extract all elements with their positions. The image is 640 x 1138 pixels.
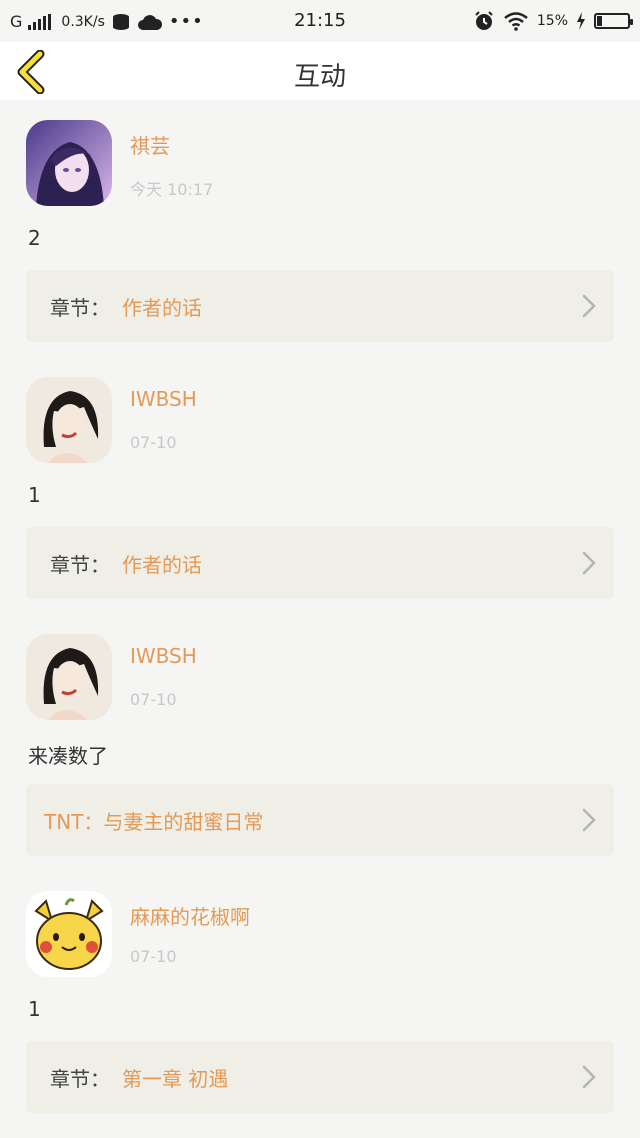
status-bar: G 0.3K/s ••• 21:15 15%: [0, 0, 640, 42]
avatar[interactable]: [26, 634, 112, 720]
username[interactable]: 祺芸: [130, 130, 170, 159]
avatar[interactable]: [26, 891, 112, 977]
chevron-right-icon: [582, 294, 596, 318]
chevron-right-icon: [582, 808, 596, 832]
timestamp: 07-10: [130, 433, 177, 452]
sketch-girl-avatar-icon: [26, 634, 112, 720]
feed-item: IWBSH 07-10 来凑数了 TNT：与妻主的甜蜜日常: [0, 614, 640, 871]
comment-text: 2: [28, 226, 41, 250]
avatar[interactable]: [26, 377, 112, 463]
chapter-link[interactable]: 章节： 作者的话: [26, 270, 614, 342]
username[interactable]: IWBSH: [130, 387, 197, 411]
chapter-link[interactable]: 章节： 作者的话: [26, 527, 614, 599]
charging-icon: [577, 12, 585, 30]
chevron-right-icon: [582, 1065, 596, 1089]
nav-bar: 互动: [0, 42, 640, 100]
chapter-link[interactable]: TNT：与妻主的甜蜜日常: [26, 784, 614, 856]
wifi-icon: [504, 12, 528, 31]
feed-item: 麻麻的花椒啊 07-10 1 章节： 第一章 初遇: [0, 871, 640, 1128]
chapter-title: 作者的话: [122, 296, 202, 320]
alarm-icon: [475, 11, 493, 30]
chapter-title: TNT：与妻主的甜蜜日常: [44, 810, 264, 834]
chapter-title: 第一章 初遇: [122, 1067, 229, 1091]
battery-percent: 15%: [536, 13, 568, 29]
timestamp: 07-10: [130, 947, 177, 966]
feed-item: IWBSH 07-10 1 章节： 作者的话: [0, 357, 640, 614]
comment-text: 1: [28, 483, 41, 507]
username[interactable]: 麻麻的花椒啊: [130, 901, 250, 930]
timestamp: 07-10: [130, 690, 177, 709]
chapter-label: 章节：: [50, 296, 110, 320]
chapter-link[interactable]: 章节： 第一章 初遇: [26, 1041, 614, 1113]
chapter-label: 章节：: [50, 553, 110, 577]
page-title: 互动: [293, 62, 346, 92]
battery-icon: [594, 13, 633, 29]
username[interactable]: IWBSH: [130, 644, 197, 668]
comment-text: 来凑数了: [28, 744, 108, 768]
battery-fill: [597, 16, 602, 26]
chapter-label: 章节：: [50, 1067, 110, 1091]
anime-girl-avatar-icon: [26, 120, 112, 206]
sketch-girl-avatar-icon: [26, 377, 112, 463]
status-right: 15%: [473, 10, 633, 32]
pikachu-avatar-icon: [26, 891, 112, 977]
avatar[interactable]: [26, 120, 112, 206]
timestamp: 今天 10:17: [130, 180, 214, 199]
chapter-title: 作者的话: [122, 553, 202, 577]
comment-text: 1: [28, 997, 41, 1021]
interaction-feed: 祺芸 今天 10:17 2 章节： 作者的话 IWBSH 07-10 1 章节：…: [0, 100, 640, 1128]
chevron-right-icon: [582, 551, 596, 575]
feed-item: 祺芸 今天 10:17 2 章节： 作者的话: [0, 100, 640, 357]
